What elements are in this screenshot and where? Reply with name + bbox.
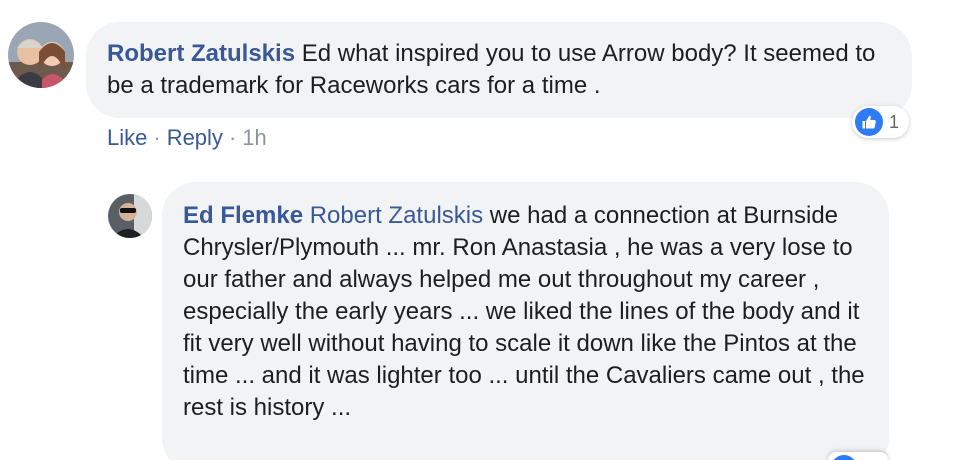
reply-body: Ed Flemke Robert Zatulskis we had a conn…: [183, 200, 867, 424]
separator-dot: ·: [228, 125, 237, 150]
avatar-ed[interactable]: [108, 194, 152, 238]
comment-body: Robert Zatulskis Ed what inspired you to…: [107, 38, 892, 102]
thumbs-up-icon: [831, 455, 857, 460]
comment-author-name[interactable]: Robert Zatulskis: [107, 40, 295, 67]
comment-thread: Robert Zatulskis Ed what inspired you to…: [0, 0, 958, 460]
reply-author-name[interactable]: Ed Flemke: [183, 202, 303, 229]
reply-mention[interactable]: Robert Zatulskis: [310, 202, 483, 229]
reply-bubble: Ed Flemke Robert Zatulskis we had a conn…: [162, 182, 889, 460]
reply-reaction-pill[interactable]: [828, 452, 888, 460]
comment-actions: Like · Reply · 1h: [107, 124, 267, 152]
reply-link[interactable]: Reply: [167, 125, 223, 151]
thumbs-up-icon: [855, 108, 883, 136]
separator-dot: ·: [153, 125, 161, 150]
avatar-robert[interactable]: [8, 22, 74, 88]
timestamp[interactable]: 1h: [242, 125, 266, 151]
comment-bubble: Robert Zatulskis Ed what inspired you to…: [86, 22, 912, 118]
reaction-count: 1: [889, 111, 900, 132]
reply-text: we had a connection at Burnside Chrysler…: [183, 202, 865, 421]
reaction-count-pill[interactable]: 1: [852, 106, 910, 138]
like-link[interactable]: Like: [107, 125, 147, 151]
